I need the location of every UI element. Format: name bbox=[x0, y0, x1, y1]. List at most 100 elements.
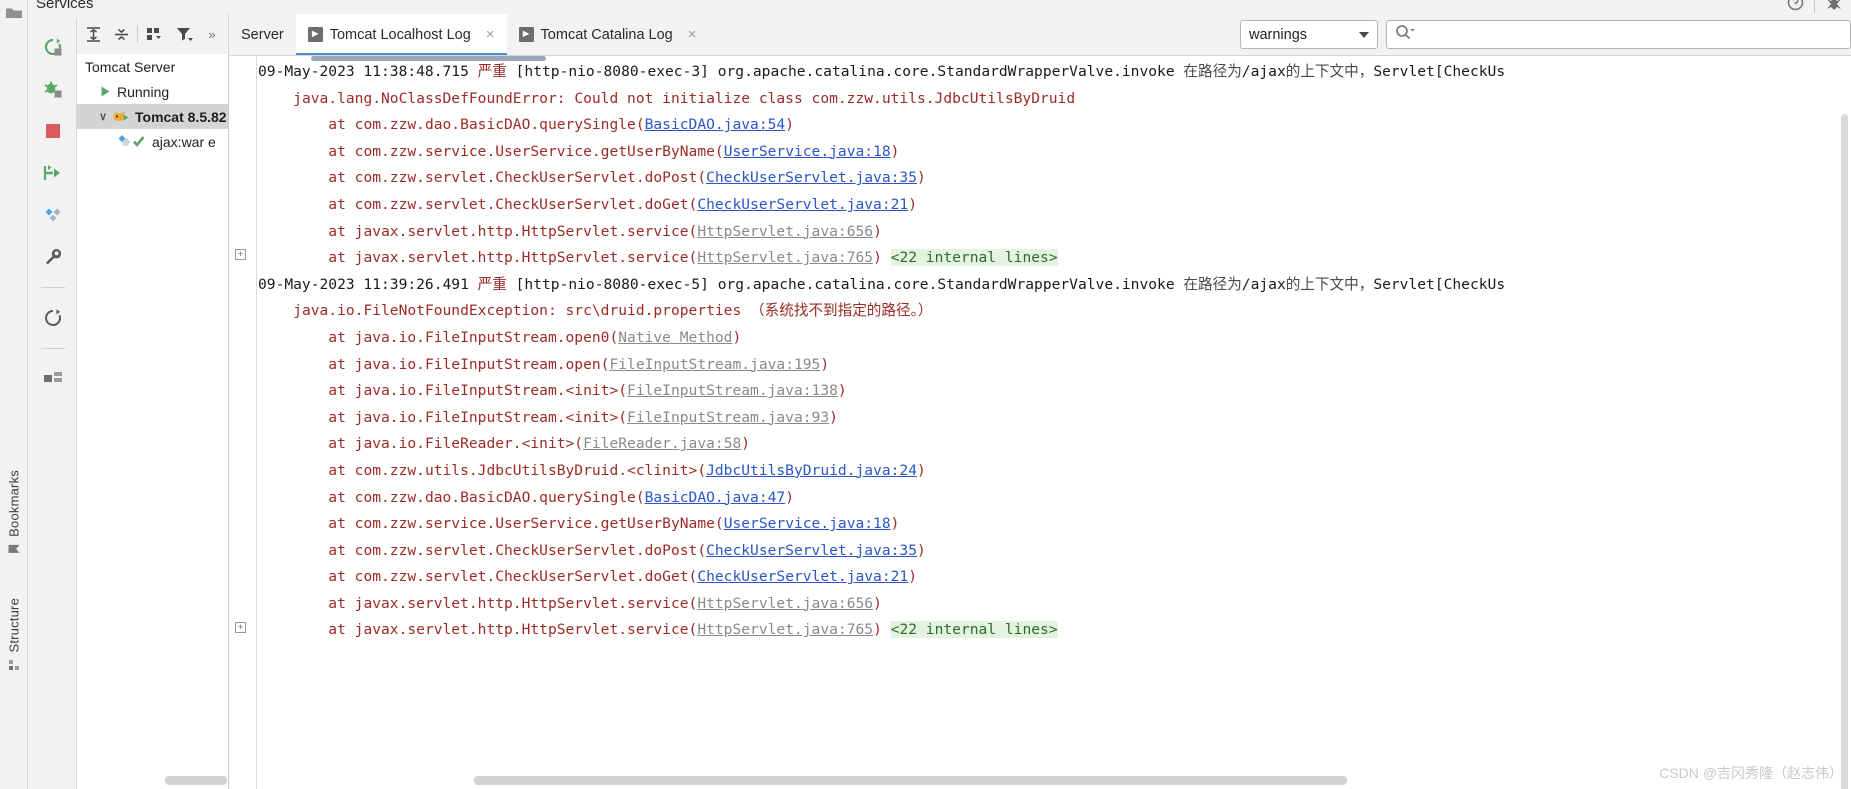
console-search-box[interactable] bbox=[1386, 20, 1851, 49]
stacktrace-link[interactable]: HttpServlet.java:656 bbox=[697, 223, 873, 240]
folder-icon[interactable] bbox=[5, 6, 23, 20]
tree-horizontal-scrollbar[interactable] bbox=[165, 776, 227, 785]
log-line: at javax.servlet.http.HttpServlet.servic… bbox=[258, 591, 1851, 618]
stacktrace-link[interactable]: FileReader.java:58 bbox=[583, 435, 741, 452]
artifact-check-icon bbox=[117, 134, 147, 149]
log-indent bbox=[258, 568, 328, 585]
stacktrace-link[interactable]: CheckUserServlet.java:21 bbox=[697, 196, 908, 213]
log-text: at com.zzw.utils.JdbcUtilsByDruid.<clini… bbox=[328, 461, 707, 479]
expand-all-icon[interactable] bbox=[81, 22, 105, 46]
stacktrace-link[interactable]: UserService.java:18 bbox=[724, 143, 891, 160]
close-icon[interactable]: × bbox=[688, 26, 697, 43]
log-text: ) bbox=[890, 515, 900, 533]
log-console[interactable]: + + 09-May-2023 11:38:48.715 严重 [http-ni… bbox=[229, 55, 1851, 789]
layout-icon[interactable] bbox=[38, 364, 68, 394]
help-icon[interactable] bbox=[1787, 0, 1804, 16]
stacktrace-link[interactable]: Native Method bbox=[618, 329, 732, 346]
log-text: at com.zzw.servlet.CheckUserServlet.doGe… bbox=[328, 568, 698, 586]
fold-expand-icon-2[interactable]: + bbox=[235, 622, 246, 633]
wrench-icon[interactable] bbox=[38, 242, 68, 272]
tree-row-label: Running bbox=[117, 83, 170, 100]
log-text: at javax.servlet.http.HttpServlet.servic… bbox=[328, 222, 698, 240]
log-indent bbox=[258, 515, 328, 532]
log-text: at javax.servlet.http.HttpServlet.servic… bbox=[328, 621, 698, 639]
log-line: at com.zzw.service.UserService.getUserBy… bbox=[258, 139, 1851, 166]
stacktrace-link[interactable]: CheckUserServlet.java:35 bbox=[706, 542, 917, 559]
log-text: ) bbox=[785, 116, 794, 134]
console-vertical-scrollbar[interactable] bbox=[1841, 114, 1848, 789]
group-by-icon[interactable] bbox=[142, 22, 168, 46]
close-icon[interactable]: × bbox=[486, 26, 495, 43]
tab-tomcat-catalina-log[interactable]: ► Tomcat Catalina Log × bbox=[507, 14, 709, 55]
log-text: ) bbox=[837, 382, 847, 400]
log-line: at com.zzw.service.UserService.getUserBy… bbox=[258, 511, 1851, 538]
stacktrace-link[interactable]: CheckUserServlet.java:35 bbox=[706, 169, 917, 186]
stacktrace-link[interactable]: BasicDAO.java:54 bbox=[645, 116, 786, 133]
run-toolbar bbox=[29, 18, 77, 789]
run-icon: ► bbox=[307, 27, 323, 42]
debug-bug-icon[interactable] bbox=[38, 74, 68, 104]
stacktrace-link[interactable]: UserService.java:18 bbox=[724, 515, 891, 532]
log-text: at com.zzw.service.UserService.getUserBy… bbox=[328, 515, 724, 533]
log-line: at com.zzw.dao.BasicDAO.querySingle(Basi… bbox=[258, 112, 1851, 139]
console-horizontal-scrollbar[interactable] bbox=[474, 776, 1347, 785]
stacktrace-link[interactable]: HttpServlet.java:656 bbox=[697, 595, 873, 612]
tab-server[interactable]: Server bbox=[229, 14, 296, 55]
log-line: 09-May-2023 11:39:26.491 严重 [http-nio-80… bbox=[258, 272, 1851, 299]
log-text: ) bbox=[829, 408, 838, 426]
log-text: java.lang.NoClassDefFoundError: Could no… bbox=[293, 89, 1076, 107]
tree-row-tomcat-server[interactable]: Tomcat Server bbox=[77, 54, 228, 79]
log-indent bbox=[258, 90, 293, 107]
fold-expand-icon-1[interactable]: + bbox=[235, 249, 246, 260]
log-text: /ajax bbox=[1241, 275, 1286, 293]
log-line: at javax.servlet.http.HttpServlet.servic… bbox=[258, 617, 1851, 644]
services-tree: Tomcat Server Running ∨ Tomcat 8.5.82 aj… bbox=[77, 54, 229, 789]
log-text: ) bbox=[908, 195, 917, 213]
pin-icon[interactable] bbox=[1825, 0, 1843, 15]
folded-lines-badge[interactable]: <22 internal lines> bbox=[890, 621, 1058, 639]
search-input[interactable] bbox=[1419, 25, 1842, 44]
deploy-arrow-icon[interactable] bbox=[38, 158, 68, 188]
tree-row-tomcat-version[interactable]: ∨ Tomcat 8.5.82 bbox=[77, 104, 228, 129]
folded-lines-badge[interactable]: <22 internal lines> bbox=[890, 249, 1058, 267]
tab-tomcat-localhost-log[interactable]: ► Tomcat Localhost Log × bbox=[295, 14, 507, 55]
stacktrace-link[interactable]: FileInputStream.java:195 bbox=[609, 356, 820, 373]
chevron-double-right-icon[interactable]: » bbox=[202, 22, 222, 46]
diamond-icon[interactable] bbox=[38, 200, 68, 230]
log-text: at com.zzw.service.UserService.getUserBy… bbox=[328, 142, 724, 160]
filter-icon[interactable] bbox=[172, 22, 198, 46]
tree-row-label: Tomcat Server bbox=[85, 58, 176, 75]
log-indent bbox=[258, 595, 328, 612]
collapse-all-icon[interactable] bbox=[109, 22, 133, 46]
stacktrace-link[interactable]: BasicDAO.java:47 bbox=[645, 489, 786, 506]
log-indent bbox=[258, 382, 328, 399]
log-line: java.lang.NoClassDefFoundError: Could no… bbox=[258, 86, 1851, 113]
search-icon[interactable] bbox=[1395, 24, 1415, 45]
stacktrace-link[interactable]: CheckUserServlet.java:21 bbox=[697, 568, 908, 585]
tree-row-running[interactable]: Running bbox=[77, 79, 228, 104]
tree-row-artifact-ajax-war[interactable]: ajax:war e bbox=[77, 129, 228, 154]
stacktrace-link[interactable]: JdbcUtilsByDruid.java:24 bbox=[706, 462, 917, 479]
rerun-icon[interactable] bbox=[38, 32, 68, 62]
log-level-filter-select[interactable]: warnings bbox=[1240, 20, 1378, 49]
stacktrace-link[interactable]: FileInputStream.java:93 bbox=[627, 409, 829, 426]
log-text: ) bbox=[916, 169, 926, 187]
stacktrace-link[interactable]: FileInputStream.java:138 bbox=[627, 382, 838, 399]
log-line: at com.zzw.utils.JdbcUtilsByDruid.<clini… bbox=[258, 458, 1851, 485]
stop-square-icon[interactable] bbox=[38, 116, 68, 146]
refresh-icon[interactable] bbox=[38, 303, 68, 333]
stacktrace-link[interactable]: HttpServlet.java:765 bbox=[697, 621, 873, 638]
sidebar-item-structure[interactable]: Structure bbox=[6, 598, 21, 671]
tab-label: Tomcat Catalina Log bbox=[540, 26, 673, 43]
log-line: at com.zzw.dao.BasicDAO.querySingle(Basi… bbox=[258, 485, 1851, 512]
log-indent bbox=[258, 462, 328, 479]
stacktrace-link[interactable]: HttpServlet.java:765 bbox=[697, 249, 873, 266]
tab-scroll-indicator[interactable] bbox=[311, 56, 546, 61]
log-text: 在路径为 bbox=[1183, 63, 1242, 80]
log-text: at com.zzw.servlet.CheckUserServlet.doGe… bbox=[328, 195, 698, 213]
sidebar-item-bookmarks[interactable]: Bookmarks bbox=[6, 470, 21, 555]
chevron-down-icon[interactable]: ∨ bbox=[99, 110, 110, 123]
log-indent bbox=[258, 489, 328, 506]
console-text[interactable]: 09-May-2023 11:38:48.715 严重 [http-nio-80… bbox=[258, 56, 1851, 789]
log-indent bbox=[258, 356, 328, 373]
